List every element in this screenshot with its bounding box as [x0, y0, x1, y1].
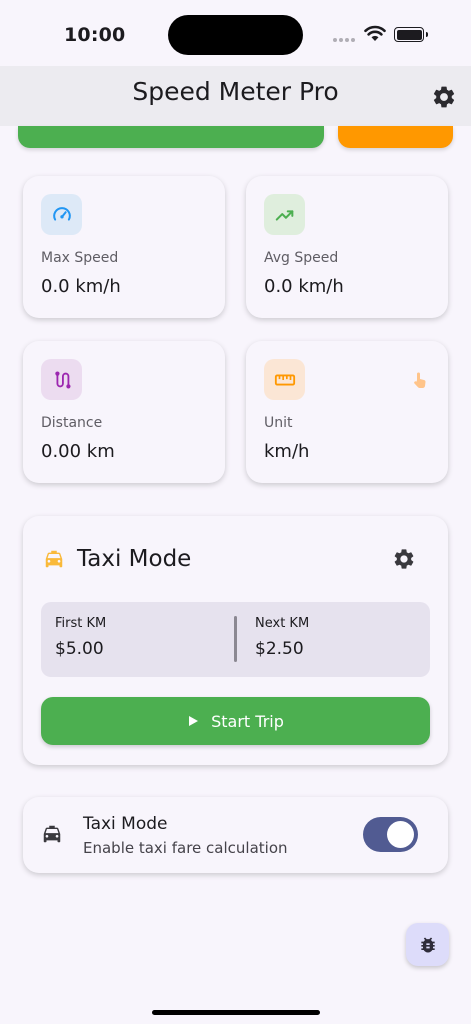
- distance-label: Distance: [41, 415, 103, 431]
- battery-icon: [394, 27, 428, 42]
- first-km-value: $5.00: [55, 639, 104, 659]
- debug-button[interactable]: [406, 923, 449, 966]
- taxi-mode-switch[interactable]: [363, 817, 418, 852]
- dynamic-island: [168, 15, 303, 55]
- app-title: Speed Meter Pro: [132, 77, 339, 106]
- status-time: 10:00: [64, 24, 126, 46]
- start-trip-label: Start Trip: [211, 711, 284, 731]
- taxi-mode-title: Taxi Mode: [77, 546, 192, 572]
- taxi-toggle-subtitle: Enable taxi fare calculation: [83, 839, 288, 857]
- speedometer-icon: [41, 194, 82, 235]
- app-bar: Speed Meter Pro: [0, 66, 471, 126]
- fare-panel: First KM $5.00 Next KM $2.50: [41, 602, 430, 677]
- play-icon: [189, 716, 199, 726]
- primary-action-button[interactable]: [18, 126, 324, 148]
- first-km-fare: First KM $5.00: [55, 616, 106, 659]
- next-km-label: Next KM: [255, 616, 310, 631]
- start-trip-button[interactable]: Start Trip: [41, 697, 430, 745]
- wifi-icon: [364, 25, 386, 41]
- distance-card: Distance 0.00 km: [23, 341, 225, 483]
- avg-speed-card: Avg Speed 0.0 km/h: [246, 176, 448, 318]
- taxi-toggle-title: Taxi Mode: [83, 814, 168, 834]
- taxi-mode-card: Taxi Mode First KM $5.00 Next KM $2.50 S…: [23, 516, 448, 765]
- first-km-label: First KM: [55, 616, 107, 631]
- avg-speed-label: Avg Speed: [264, 250, 339, 266]
- avg-speed-value: 0.0 km/h: [264, 276, 344, 297]
- cellular-signal-icon: [333, 38, 355, 42]
- distance-value: 0.00 km: [41, 441, 115, 462]
- trending-up-icon: [264, 194, 305, 235]
- taxi-mode-toggle-card: Taxi Mode Enable taxi fare calculation: [23, 797, 448, 873]
- secondary-action-button[interactable]: [338, 126, 453, 148]
- status-bar: 10:00: [0, 0, 471, 66]
- gear-icon[interactable]: [392, 547, 416, 571]
- unit-card[interactable]: Unit km/h: [246, 341, 448, 483]
- gear-icon[interactable]: [431, 84, 457, 110]
- unit-value: km/h: [264, 441, 310, 462]
- switch-knob: [387, 821, 414, 848]
- ruler-icon: [264, 359, 305, 400]
- home-indicator: [152, 1010, 320, 1015]
- taxi-icon: [45, 550, 63, 568]
- car-icon: [43, 825, 61, 843]
- next-km-fare: Next KM $2.50: [255, 616, 309, 659]
- max-speed-card: Max Speed 0.0 km/h: [23, 176, 225, 318]
- next-km-value: $2.50: [255, 639, 304, 659]
- bug-icon: [420, 937, 435, 952]
- fare-divider: [234, 616, 237, 662]
- max-speed-value: 0.0 km/h: [41, 276, 121, 297]
- max-speed-label: Max Speed: [41, 250, 119, 266]
- route-icon: [41, 359, 82, 400]
- touch-icon: [414, 372, 426, 389]
- unit-label: Unit: [264, 415, 293, 431]
